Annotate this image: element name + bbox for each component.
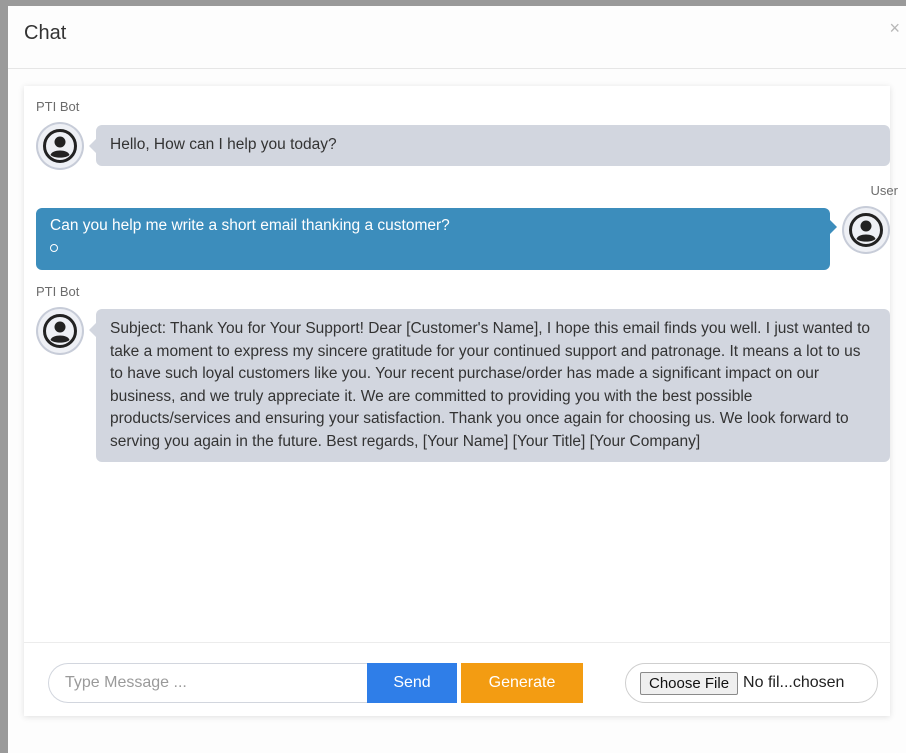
chat-modal: Chat × PTI Bot Hello, How can I help you… xyxy=(8,6,906,753)
user-avatar-icon xyxy=(38,124,82,168)
bot-message: Subject: Thank You for Your Support! Dea… xyxy=(89,309,890,462)
chat-panel: PTI Bot Hello, How can I help you today?… xyxy=(24,86,898,717)
send-button[interactable]: Send xyxy=(367,663,457,703)
file-picker: Choose File No fil...chosen xyxy=(625,663,878,703)
user-message-text: Can you help me write a short email than… xyxy=(50,217,450,234)
close-icon[interactable]: × xyxy=(889,18,900,39)
modal-header: Chat × xyxy=(8,6,906,69)
user-avatar-icon xyxy=(844,208,888,252)
chat-footer: Send Generate Choose File No fil...chose… xyxy=(24,642,890,717)
file-status: No fil...chosen xyxy=(743,674,845,691)
bot-message: Hello, How can I help you today? xyxy=(89,125,890,166)
sender-name: PTI Bot xyxy=(36,284,80,299)
sender-name: PTI Bot xyxy=(36,99,80,114)
loading-dot-icon xyxy=(50,243,58,252)
modal-title: Chat xyxy=(24,22,67,44)
message-input[interactable] xyxy=(48,663,378,703)
generate-button[interactable]: Generate xyxy=(461,663,583,703)
sender-name: User xyxy=(870,183,898,198)
choose-file-button[interactable]: Choose File xyxy=(640,671,739,695)
user-avatar-icon xyxy=(38,309,82,353)
user-message: Can you help me write a short email than… xyxy=(36,208,837,270)
